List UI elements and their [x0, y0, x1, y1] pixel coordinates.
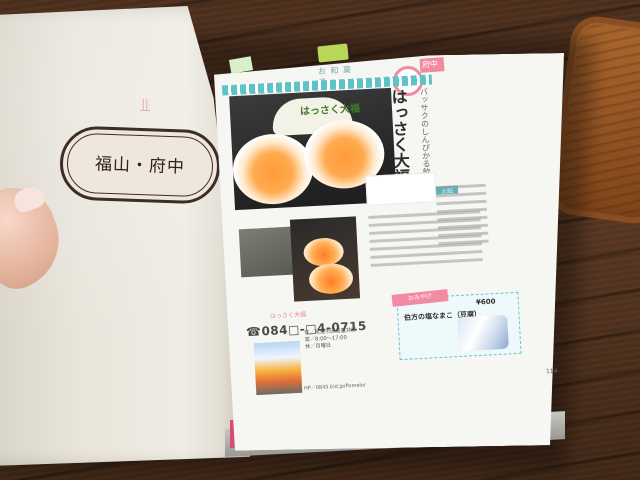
- daifuku-cut-left: [231, 132, 315, 207]
- orange-slice-bottom: [308, 262, 354, 295]
- text-line: [368, 218, 481, 227]
- sticky-tab-green: [317, 43, 349, 63]
- corner-tab-label: 府中: [421, 59, 439, 70]
- body-text-column: [368, 205, 484, 291]
- text-line: [369, 226, 482, 235]
- text-line: [436, 191, 487, 198]
- wooden-table-scene: ⫫ 福山・府中 お 和 菓 子 府中 はっさく大福 はっさく大福 バッサクのしん…: [0, 0, 640, 480]
- photo-caption-box: [365, 172, 437, 206]
- orange-slice-top: [302, 237, 345, 268]
- text-line: [435, 183, 486, 190]
- orange-daifuku-photo: [289, 216, 361, 302]
- text-line: [369, 234, 482, 243]
- souvenir-package-photo: [457, 314, 509, 352]
- region-label-frame: 福山・府中: [58, 125, 222, 205]
- article-title: はっさく大福: [388, 88, 411, 185]
- souvenir-price: ¥600: [475, 297, 496, 307]
- package-label: はっさく大福: [299, 103, 361, 118]
- shop-front-photo: [253, 340, 303, 396]
- text-line: [370, 258, 483, 267]
- text-line: [368, 210, 481, 219]
- text-line: [370, 250, 483, 259]
- page-number: 114: [545, 367, 558, 376]
- text-line: [369, 242, 482, 251]
- small-photo-caption: [239, 269, 294, 302]
- fork-spoon-icon: ⫫: [140, 95, 151, 116]
- shop-name-label: はっさく大福: [269, 311, 307, 321]
- article-subtitle: バッサクのしんぴかる飲: [419, 87, 432, 176]
- souvenir-description: [403, 321, 458, 352]
